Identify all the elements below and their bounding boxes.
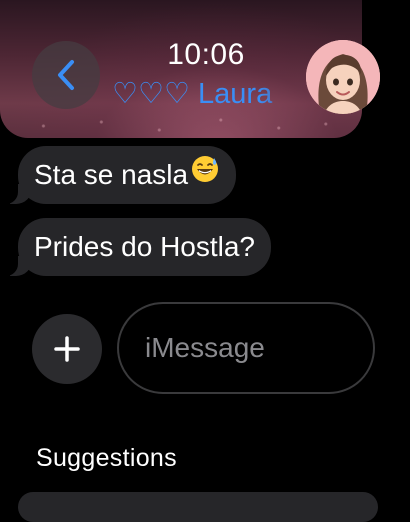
add-attachment-button[interactable] [32,314,102,384]
imessage-input[interactable]: iMessage [117,302,375,394]
suggestions-heading: Suggestions [36,444,177,472]
message-text: Prides do Hostla? [34,231,256,262]
suggestion-item[interactable] [18,492,378,522]
plus-icon [54,336,80,362]
grinning-face-with-sweat-icon [190,146,220,204]
chevron-left-icon [58,60,74,90]
contact-name[interactable]: ♡♡♡ Laura [112,76,308,116]
memoji-avatar-icon [306,40,380,114]
avatar[interactable] [306,40,380,114]
message-bubble[interactable]: Prides do Hostla? [1,218,272,276]
message-bubble[interactable]: Sta se nasla [1,146,237,204]
back-button[interactable] [32,41,100,109]
message-text: Sta se nasla [34,159,189,190]
status-time: 10:06 [167,38,245,71]
imessage-placeholder: iMessage [145,332,265,363]
